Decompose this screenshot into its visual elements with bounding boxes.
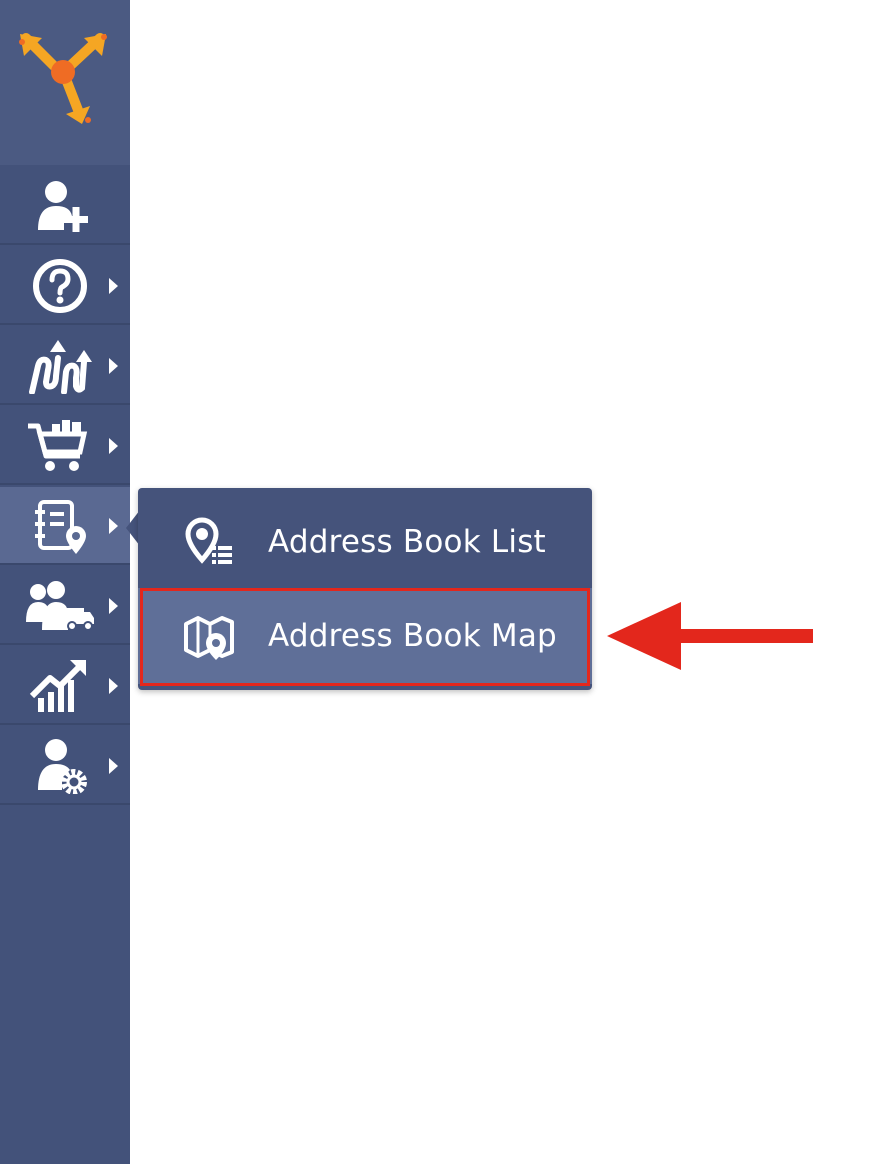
sidebar-item-team[interactable] (0, 567, 130, 645)
user-plus-icon (38, 181, 88, 232)
analytics-chart-icon (29, 660, 86, 712)
address-book-flyout: Address Book List Address Book Map (138, 488, 592, 690)
team-vehicle-icon (26, 581, 94, 631)
submenu-caret-icon (109, 438, 118, 454)
sidebar-item-help[interactable] (0, 247, 130, 325)
location-list-icon (185, 517, 232, 564)
shopping-cart-icon (28, 420, 88, 471)
sidebar-item-routes[interactable] (0, 327, 130, 405)
submenu-caret-icon (109, 758, 118, 774)
question-circle-icon (33, 259, 87, 313)
logo[interactable] (0, 0, 130, 165)
route4me-logo-icon (19, 33, 107, 124)
flyout-item-label: Address Book Map (268, 618, 557, 654)
submenu-caret-icon (109, 518, 118, 534)
flyout-item-address-book-list[interactable]: Address Book List (138, 494, 592, 586)
submenu-caret-icon (109, 678, 118, 694)
routes-icon (29, 340, 92, 394)
submenu-caret-icon (109, 278, 118, 294)
sidebar-item-add-user[interactable] (0, 167, 130, 245)
flyout-item-address-book-map[interactable]: Address Book Map (138, 588, 592, 684)
sidebar (0, 0, 130, 1164)
submenu-caret-icon (109, 358, 118, 374)
sidebar-item-address-book[interactable] (0, 487, 130, 565)
red-arrow-icon (607, 602, 813, 670)
sidebar-item-orders[interactable] (0, 407, 130, 485)
map-location-icon (184, 616, 234, 660)
sidebar-item-settings[interactable] (0, 727, 130, 805)
sidebar-item-analytics[interactable] (0, 647, 130, 725)
user-gear-icon (38, 739, 87, 794)
flyout-item-label: Address Book List (268, 524, 546, 560)
address-book-icon (35, 500, 86, 554)
submenu-caret-icon (109, 598, 118, 614)
